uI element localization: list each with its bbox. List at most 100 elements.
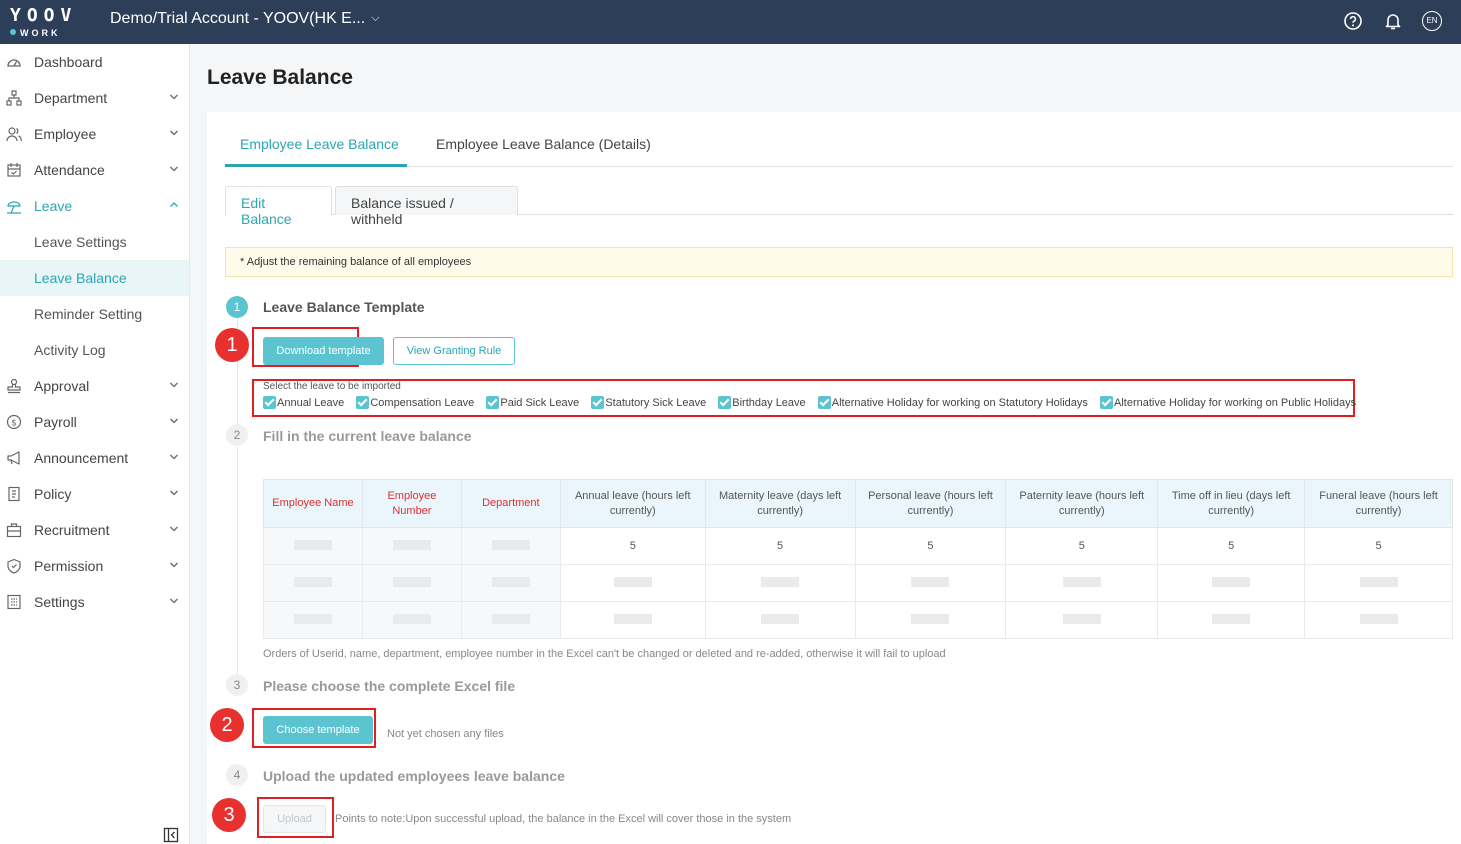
sidebar-item-label: Reminder Setting xyxy=(34,306,143,322)
redacted-placeholder xyxy=(1212,576,1251,587)
checkbox-annual-leave[interactable]: Annual Leave xyxy=(263,396,344,409)
step-connector xyxy=(237,447,238,675)
checkbox-statutory-sick-leave[interactable]: Statutory Sick Leave xyxy=(591,396,706,409)
download-template-button[interactable]: Download template xyxy=(263,337,384,365)
checkbox-checked-icon xyxy=(591,396,605,409)
checkbox-compensation-leave[interactable]: Compensation Leave xyxy=(356,396,474,409)
table-row: 5 5 5 5 5 5 xyxy=(263,527,1453,565)
sidebar-item-employee[interactable]: Employee xyxy=(0,116,189,152)
page-title: Leave Balance xyxy=(207,66,353,89)
sidebar: Dashboard Department Employee Attendance… xyxy=(0,44,190,844)
checkbox-alt-holiday-statutory[interactable]: Alternative Holiday for working on Statu… xyxy=(817,396,1088,409)
chevron-down-icon xyxy=(170,94,178,100)
sidebar-item-announcement[interactable]: Announcement xyxy=(0,440,189,476)
sidebar-item-label: Department xyxy=(34,90,108,106)
redacted-placeholder xyxy=(293,613,332,624)
sidebar-item-label: Recruitment xyxy=(34,522,110,538)
column-header: Maternity leave (days left currently) xyxy=(704,479,856,528)
logo[interactable]: YOOV WORK xyxy=(10,5,76,39)
sidebar-item-approval[interactable]: Approval xyxy=(0,368,189,404)
step-title-template: Leave Balance Template xyxy=(263,299,425,315)
step-title-upload: Upload the updated employees leave balan… xyxy=(263,768,565,784)
account-switcher[interactable]: Demo/Trial Account - YOOV(HK E... ⌵ xyxy=(110,10,380,28)
redacted-placeholder xyxy=(293,576,332,587)
redacted-placeholder xyxy=(392,539,431,550)
step-number-4: 4 xyxy=(226,764,248,786)
tab-employee-leave-balance-details[interactable]: Employee Leave Balance (Details) xyxy=(436,136,651,152)
sidebar-item-recruitment[interactable]: Recruitment xyxy=(0,512,189,548)
redacted-placeholder xyxy=(911,613,950,624)
chevron-down-icon xyxy=(170,490,178,496)
dashboard-icon xyxy=(7,59,21,67)
sidebar-item-label: Announcement xyxy=(34,450,129,466)
logo-text: YOOV xyxy=(10,5,78,26)
view-granting-rule-button[interactable]: View Granting Rule xyxy=(393,337,515,365)
redacted-placeholder xyxy=(761,576,800,587)
sidebar-subitem-reminder-setting[interactable]: Reminder Setting xyxy=(0,296,189,332)
redacted-placeholder xyxy=(1062,613,1101,624)
table-header-row: Employee Name Employee Number Department… xyxy=(263,479,1453,528)
language-icon[interactable]: EN xyxy=(1422,11,1442,31)
annotation-badge-1: 1 xyxy=(215,328,249,362)
policy-icon xyxy=(8,486,20,502)
column-header: Funeral leave (hours left currently) xyxy=(1304,479,1453,528)
sidebar-subitem-leave-settings[interactable]: Leave Settings xyxy=(0,224,189,260)
sidebar-item-permission[interactable]: Permission xyxy=(0,548,189,584)
sidebar-subitem-activity-log[interactable]: Activity Log xyxy=(0,332,189,368)
annotation-badge-3: 3 xyxy=(212,798,246,832)
step-number-1: 1 xyxy=(226,296,248,318)
logo-dot-icon xyxy=(10,29,16,35)
redacted-placeholder xyxy=(911,576,950,587)
help-icon[interactable] xyxy=(1343,11,1363,31)
redacted-placeholder xyxy=(392,613,431,624)
checkbox-paid-sick-leave[interactable]: Paid Sick Leave xyxy=(486,396,579,409)
checkbox-alt-holiday-public[interactable]: Alternative Holiday for working on Publi… xyxy=(1099,396,1356,409)
active-tab-indicator xyxy=(225,164,407,167)
checkbox-label: Compensation Leave xyxy=(370,397,475,409)
sidebar-item-label: Activity Log xyxy=(34,342,106,358)
tab-employee-leave-balance[interactable]: Employee Leave Balance xyxy=(240,136,399,152)
sidebar-item-label: Employee xyxy=(34,126,97,142)
column-header: Personal leave (hours left currently) xyxy=(854,479,1007,528)
sidebar-item-payroll[interactable]: $ Payroll xyxy=(0,404,189,440)
sidebar-item-attendance[interactable]: Attendance xyxy=(0,152,189,188)
sidebar-item-policy[interactable]: Policy xyxy=(0,476,189,512)
sidebar-item-dashboard[interactable]: Dashboard xyxy=(0,44,189,80)
leave-icon xyxy=(7,201,21,214)
upload-button[interactable]: Upload xyxy=(263,805,326,833)
checkbox-birthday-leave[interactable]: Birthday Leave xyxy=(718,396,806,409)
redacted-placeholder xyxy=(1359,576,1398,587)
redacted-placeholder xyxy=(761,613,800,624)
chevron-down-icon xyxy=(170,382,178,388)
table-cell: 5 xyxy=(704,527,856,565)
collapse-sidebar-icon[interactable] xyxy=(163,827,179,843)
sidebar-subitem-leave-balance[interactable]: Leave Balance xyxy=(0,260,189,296)
step-number-3: 3 xyxy=(226,674,248,696)
choose-template-button[interactable]: Choose template xyxy=(263,716,373,744)
megaphone-icon xyxy=(7,451,20,465)
redacted-placeholder xyxy=(1212,613,1251,624)
chevron-up-icon xyxy=(170,202,178,207)
column-header: Employee Number xyxy=(361,479,462,528)
table-row xyxy=(263,564,1453,602)
column-header: Paternity leave (hours left currently) xyxy=(1005,479,1159,528)
briefcase-icon xyxy=(6,523,22,538)
subtab-balance-issued-withheld[interactable]: Balance issued / withheld xyxy=(335,186,518,227)
subtab-edit-balance[interactable]: Edit Balance xyxy=(225,186,332,227)
notice-banner: * Adjust the remaining balance of all em… xyxy=(225,247,1453,277)
sidebar-item-leave[interactable]: Leave xyxy=(0,188,189,224)
sidebar-item-label: Leave Settings xyxy=(34,234,127,250)
redacted-placeholder xyxy=(491,613,530,624)
approval-icon xyxy=(7,378,21,394)
column-header: Employee Name xyxy=(263,479,363,528)
redacted-placeholder xyxy=(613,613,652,624)
chevron-down-icon: ⌵ xyxy=(371,12,380,24)
redacted-placeholder xyxy=(491,576,530,587)
checkbox-checked-icon xyxy=(356,396,370,409)
chevron-down-icon xyxy=(170,166,178,172)
sidebar-item-settings[interactable]: Settings xyxy=(0,584,189,620)
bell-icon[interactable] xyxy=(1383,11,1403,31)
sidebar-item-department[interactable]: Department xyxy=(0,80,189,116)
logo-subtext: WORK xyxy=(20,28,61,38)
chevron-down-icon xyxy=(170,598,178,604)
